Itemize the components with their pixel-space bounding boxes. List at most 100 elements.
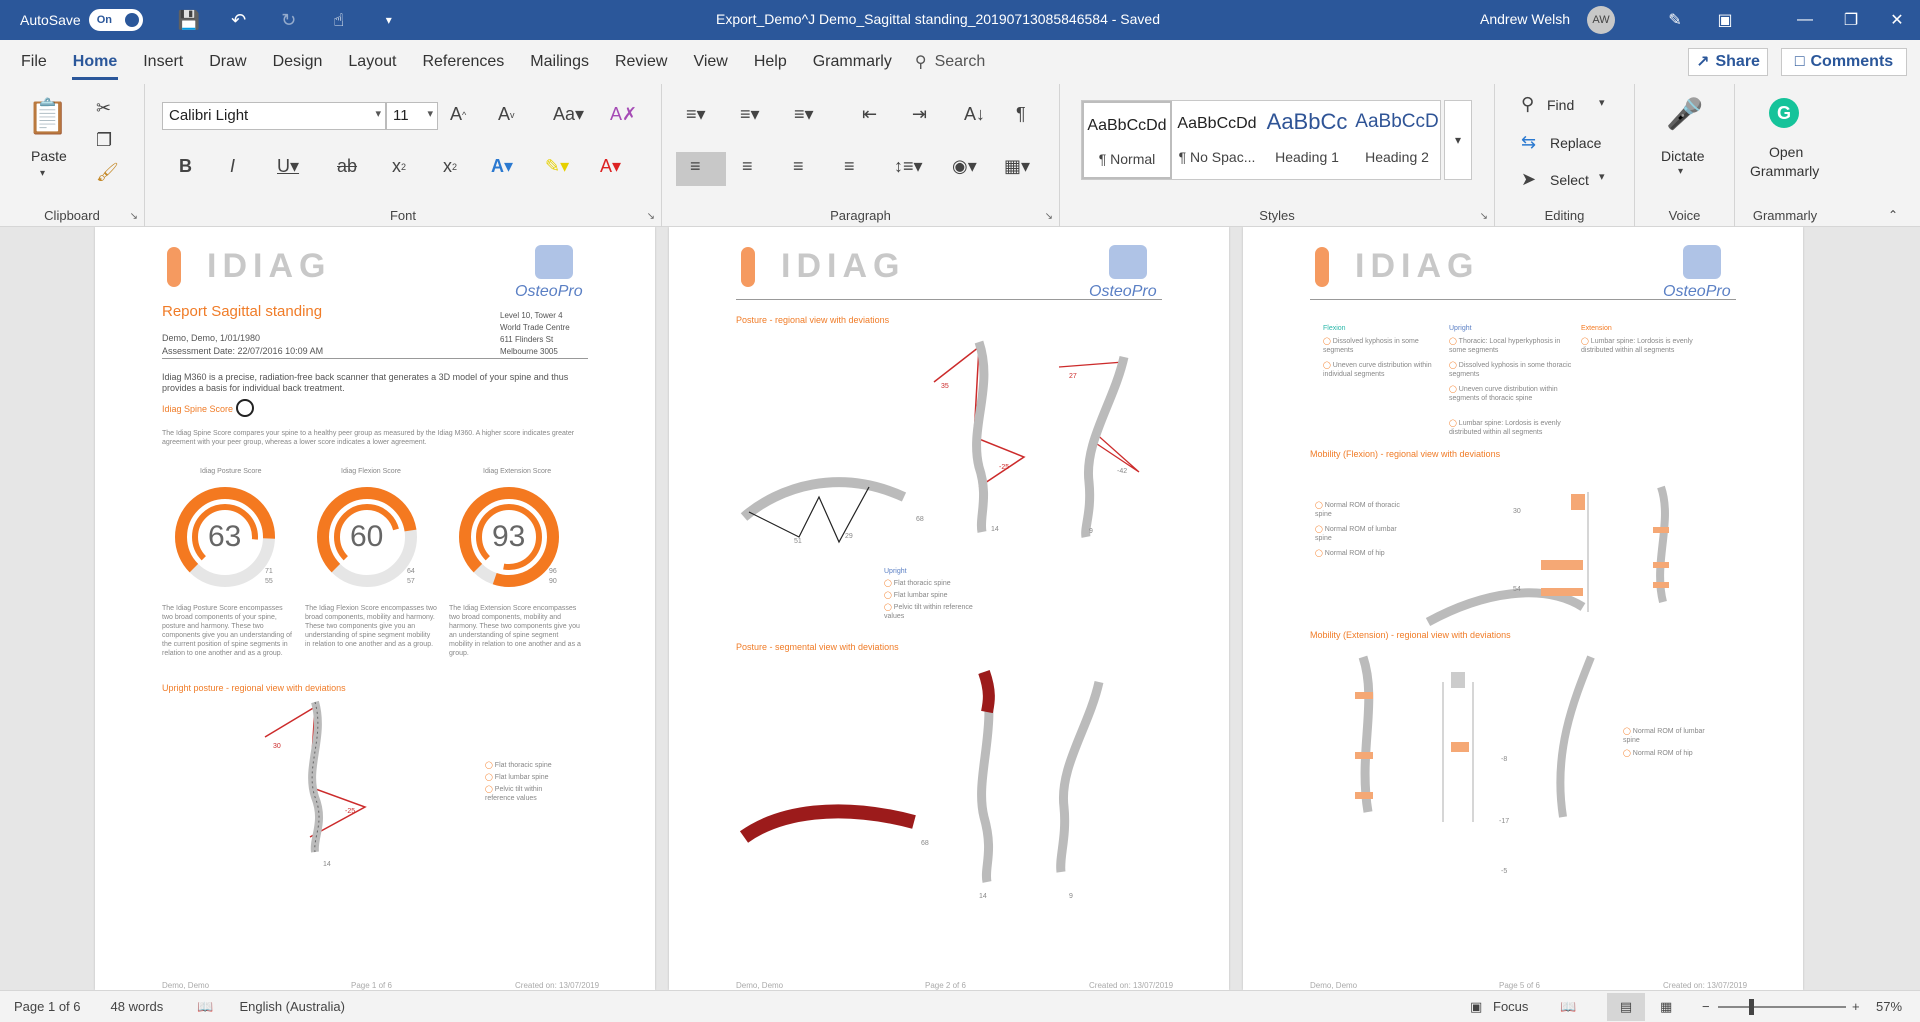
zoom-in-icon[interactable]: + (1852, 999, 1860, 1014)
clear-formatting-icon[interactable]: A✗ (610, 104, 637, 125)
grammarly-icon[interactable]: G (1769, 98, 1799, 128)
increase-indent-icon[interactable]: ⇥ (912, 104, 927, 125)
restore-icon[interactable]: ❐ (1828, 0, 1874, 40)
tab-layout[interactable]: Layout (335, 40, 409, 84)
style-normal[interactable]: AaBbCcDd ¶ Normal (1082, 101, 1172, 179)
select-label[interactable]: Select (1550, 172, 1589, 188)
tab-draw[interactable]: Draw (196, 40, 259, 84)
share-button[interactable]: ↗ Share (1688, 48, 1768, 76)
read-mode-icon[interactable]: 📖 (1560, 999, 1576, 1015)
chevron-down-icon[interactable]: ▾ (1599, 96, 1605, 109)
tab-grammarly[interactable]: Grammarly (800, 40, 905, 84)
paste-label[interactable]: Paste (31, 148, 67, 164)
ribbon-display-icon[interactable]: ▣ (1700, 0, 1750, 40)
shrink-font-icon[interactable]: Av (498, 104, 515, 125)
borders-icon[interactable]: ▦▾ (1004, 156, 1030, 177)
format-painter-icon[interactable]: 🖌 (96, 162, 119, 183)
tab-mailings[interactable]: Mailings (517, 40, 602, 84)
chevron-down-icon[interactable]: ▾ (1678, 166, 1683, 177)
replace-icon[interactable]: ⇆ (1521, 132, 1536, 153)
text-effects-icon[interactable]: A▾ (491, 156, 513, 177)
grow-font-icon[interactable]: A ^ (450, 104, 466, 125)
autosave-toggle[interactable]: On (88, 9, 143, 31)
paste-dropdown-icon[interactable]: ▾ (40, 168, 45, 179)
focus-label[interactable]: Focus (1493, 999, 1528, 1014)
avatar[interactable]: AW (1587, 6, 1615, 34)
bold-icon[interactable]: B (179, 156, 192, 177)
undo-icon[interactable]: ↶ (227, 10, 251, 31)
page-count[interactable]: Page 1 of 6 (14, 999, 81, 1014)
zoom-slider[interactable] (1718, 1006, 1846, 1008)
numbering-icon[interactable]: ≡▾ (740, 104, 760, 125)
document-title[interactable]: Export_Demo^J Demo_Sagittal standing_201… (716, 11, 1160, 27)
tab-help[interactable]: Help (741, 40, 800, 84)
save-icon[interactable]: 💾 (177, 10, 201, 31)
zoom-out-icon[interactable]: − (1702, 999, 1710, 1014)
font-size-input[interactable]: 11 ▾ (386, 102, 438, 130)
close-icon[interactable]: ✕ (1874, 0, 1920, 40)
align-right-icon[interactable]: ≡ (793, 156, 804, 177)
zoom-level[interactable]: 57% (1876, 999, 1902, 1014)
paste-icon[interactable]: 📋 (27, 96, 69, 138)
paragraph-launcher-icon[interactable]: ↘ (1045, 211, 1053, 222)
tab-references[interactable]: References (409, 40, 517, 84)
touch-mode-icon[interactable]: ☝ (327, 10, 351, 31)
styles-more-icon[interactable]: ▾ (1444, 100, 1472, 180)
font-name-input[interactable]: Calibri Light ▾ (162, 102, 386, 130)
language[interactable]: English (Australia) (239, 999, 345, 1014)
word-count[interactable]: 48 words (111, 999, 164, 1014)
page-2[interactable]: IDIAG OsteoPro Posture - regional view w… (669, 227, 1229, 990)
tab-file[interactable]: File (8, 40, 60, 84)
select-icon[interactable]: ➤ (1521, 169, 1536, 190)
cut-icon[interactable]: ✂ (96, 98, 111, 119)
comments-button[interactable]: □ Comments (1781, 48, 1907, 76)
page-5[interactable]: IDIAG OsteoPro Flexion Upright Extension… (1243, 227, 1803, 990)
change-case-icon[interactable]: Aa▾ (553, 104, 584, 125)
style-heading-2[interactable]: AaBbCcD Heading 2 (1352, 101, 1442, 179)
copy-icon[interactable]: ❐ (96, 130, 112, 151)
tab-review[interactable]: Review (602, 40, 680, 84)
style-no-spacing[interactable]: AaBbCcDd ¶ No Spac... (1172, 101, 1262, 179)
font-launcher-icon[interactable]: ↘ (647, 211, 655, 222)
strikethrough-icon[interactable]: ab (337, 156, 357, 177)
find-label[interactable]: Find (1547, 97, 1574, 113)
tab-home[interactable]: Home (60, 40, 130, 84)
zoom-slider-thumb[interactable] (1749, 999, 1754, 1015)
open-grammarly-label[interactable]: Open (1769, 144, 1803, 160)
find-icon[interactable]: ⚲ (1521, 94, 1534, 115)
proofing-icon[interactable]: 📖 (197, 999, 213, 1015)
open-grammarly-label-2[interactable]: Grammarly (1750, 163, 1819, 179)
print-layout-icon[interactable]: ▤ (1607, 993, 1645, 1021)
subscript-icon[interactable]: x2 (392, 156, 406, 177)
search-box[interactable]: ⚲ Search (915, 52, 985, 72)
document-canvas[interactable]: IDIAG OsteoPro Report Sagittal standing … (0, 227, 1920, 990)
bullets-icon[interactable]: ≡▾ (686, 104, 706, 125)
align-center-icon[interactable]: ≡ (742, 156, 753, 177)
styles-launcher-icon[interactable]: ↘ (1480, 211, 1488, 222)
pen-icon[interactable]: ✎ (1650, 0, 1700, 40)
tab-design[interactable]: Design (260, 40, 336, 84)
sort-icon[interactable]: A↓ (964, 104, 985, 125)
multilevel-list-icon[interactable]: ≡▾ (794, 104, 814, 125)
underline-icon[interactable]: U▾ (277, 156, 299, 177)
redo-icon[interactable]: ↻ (277, 10, 301, 31)
line-spacing-icon[interactable]: ↕≡▾ (894, 156, 923, 177)
chevron-down-icon[interactable]: ▾ (1599, 170, 1605, 183)
minimize-icon[interactable]: — (1782, 0, 1828, 40)
italic-icon[interactable]: I (230, 156, 235, 177)
decrease-indent-icon[interactable]: ⇤ (862, 104, 877, 125)
web-layout-icon[interactable]: ▦ (1660, 999, 1672, 1015)
clipboard-launcher-icon[interactable]: ↘ (130, 211, 138, 222)
shading-icon[interactable]: ◉▾ (952, 156, 977, 177)
page-1[interactable]: IDIAG OsteoPro Report Sagittal standing … (95, 227, 655, 990)
customize-qat-icon[interactable]: ▾ (377, 13, 401, 27)
replace-label[interactable]: Replace (1550, 135, 1601, 151)
align-left-icon[interactable]: ≡ (690, 156, 701, 177)
font-color-icon[interactable]: A▾ (600, 156, 621, 177)
superscript-icon[interactable]: x2 (443, 156, 457, 177)
pilcrow-icon[interactable]: ¶ (1016, 104, 1026, 125)
focus-icon[interactable]: ▣ (1470, 999, 1482, 1015)
dictate-label[interactable]: Dictate (1661, 148, 1705, 164)
user-name[interactable]: Andrew Welsh (1480, 11, 1570, 27)
justify-icon[interactable]: ≡ (844, 156, 855, 177)
